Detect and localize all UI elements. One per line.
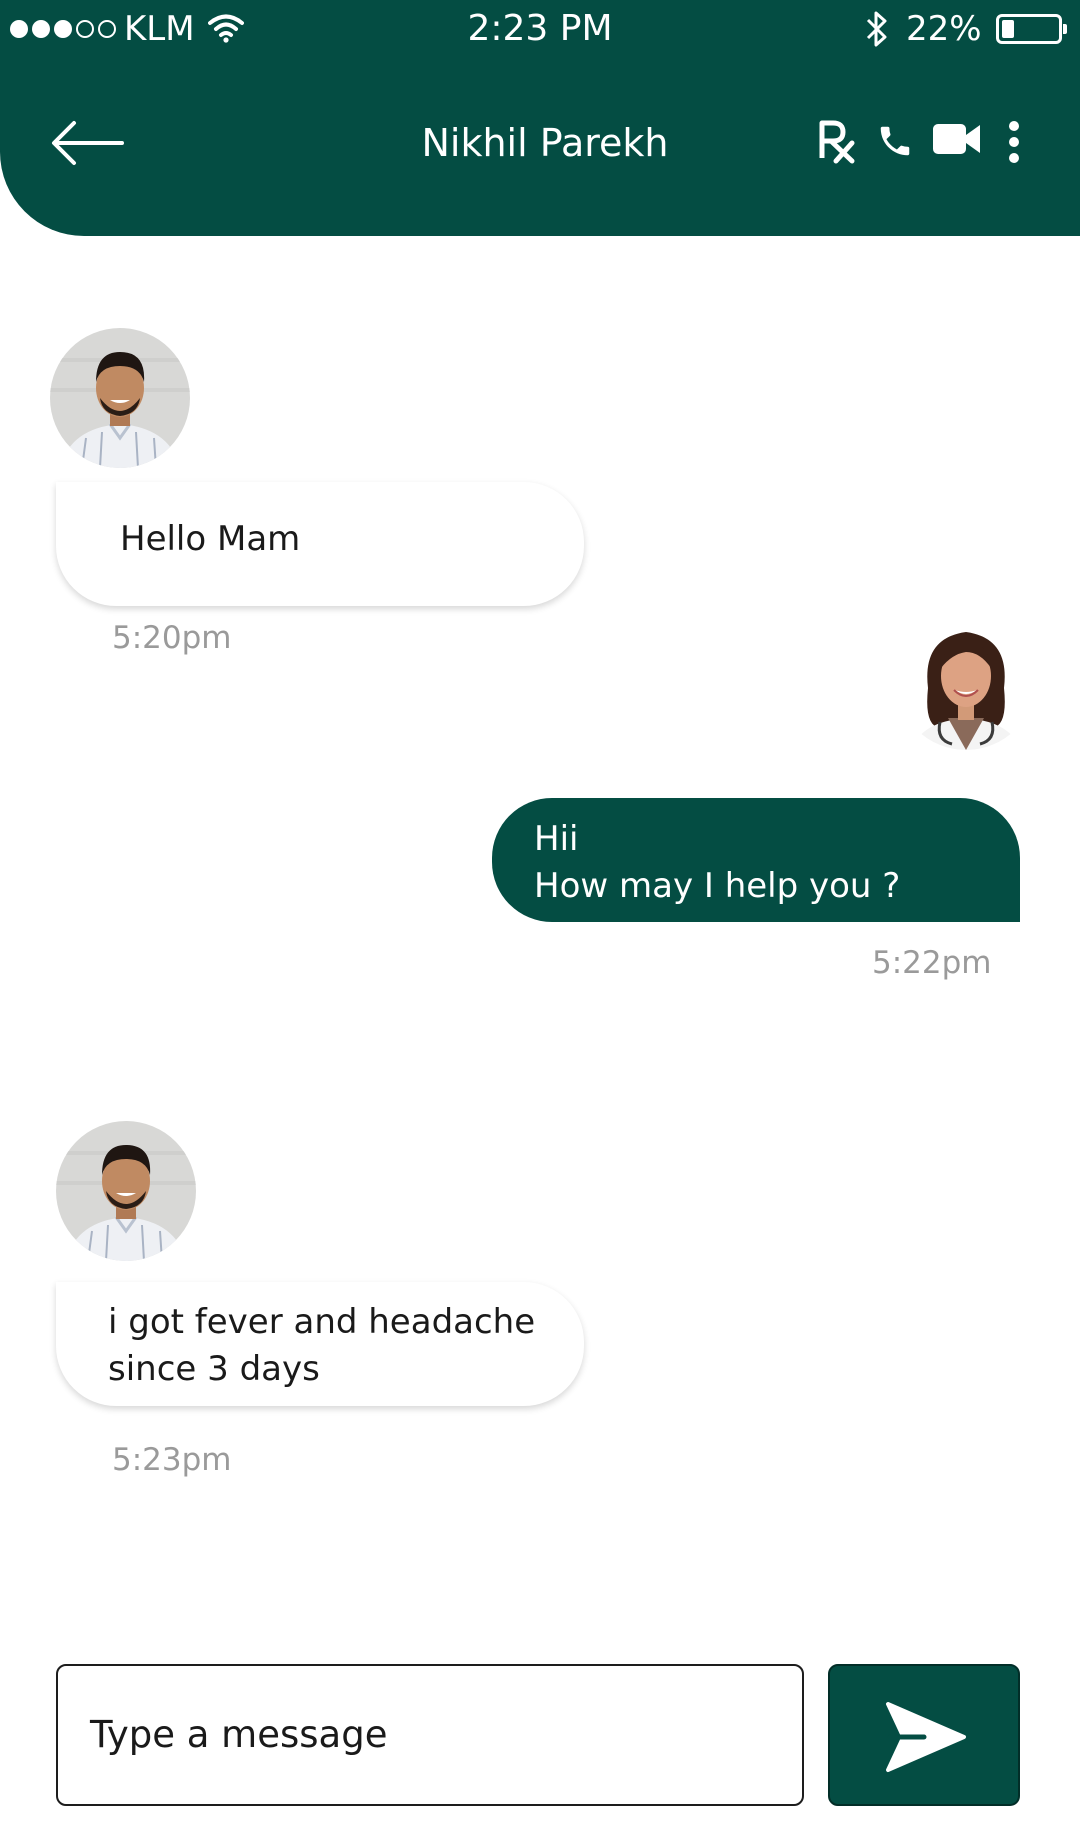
video-call-button[interactable] <box>932 122 982 156</box>
more-options-button[interactable] <box>1002 120 1026 164</box>
message-bubble-incoming[interactable]: i got fever and headache since 3 days <box>56 1282 584 1406</box>
phone-icon <box>880 126 910 156</box>
rx-icon <box>819 120 855 164</box>
message-bubble-incoming[interactable]: Hello Mam <box>56 482 584 606</box>
contact-name: Nikhil Parekh <box>421 121 669 165</box>
status-bar: KLM 2:23 PM 22% <box>0 0 1080 60</box>
message-timestamp: 5:23pm <box>112 1442 232 1478</box>
prescription-button[interactable] <box>816 118 856 164</box>
message-timestamp: 5:20pm <box>112 620 232 656</box>
send-icon <box>886 1702 966 1772</box>
voice-call-button[interactable] <box>876 122 914 160</box>
patient-avatar[interactable] <box>56 1121 196 1261</box>
message-timestamp: 5:22pm <box>872 945 992 981</box>
battery-percent: 22% <box>906 9 982 49</box>
video-camera-icon <box>933 124 980 154</box>
bluetooth-icon <box>864 10 890 57</box>
send-button[interactable] <box>828 1664 1020 1806</box>
message-input[interactable]: Type a message <box>56 1664 804 1806</box>
message-text-line-2: How may I help you ? <box>534 866 901 906</box>
doctor-avatar[interactable] <box>896 610 1036 750</box>
message-text-line-1: i got fever and headache <box>108 1302 536 1342</box>
message-bubble-outgoing[interactable]: Hii How may I help you ? <box>492 798 1020 922</box>
message-text-line-2: since 3 days <box>108 1349 320 1389</box>
battery-icon <box>996 14 1067 44</box>
app-header: KLM 2:23 PM 22% Nikhil Parekh <box>0 0 1080 236</box>
message-text-line-1: Hii <box>534 819 579 859</box>
message-text: Hello Mam <box>120 519 301 559</box>
message-input-placeholder: Type a message <box>90 1713 388 1756</box>
more-vertical-icon <box>1009 121 1019 163</box>
patient-avatar[interactable] <box>50 328 190 468</box>
battery-level <box>1002 20 1014 38</box>
